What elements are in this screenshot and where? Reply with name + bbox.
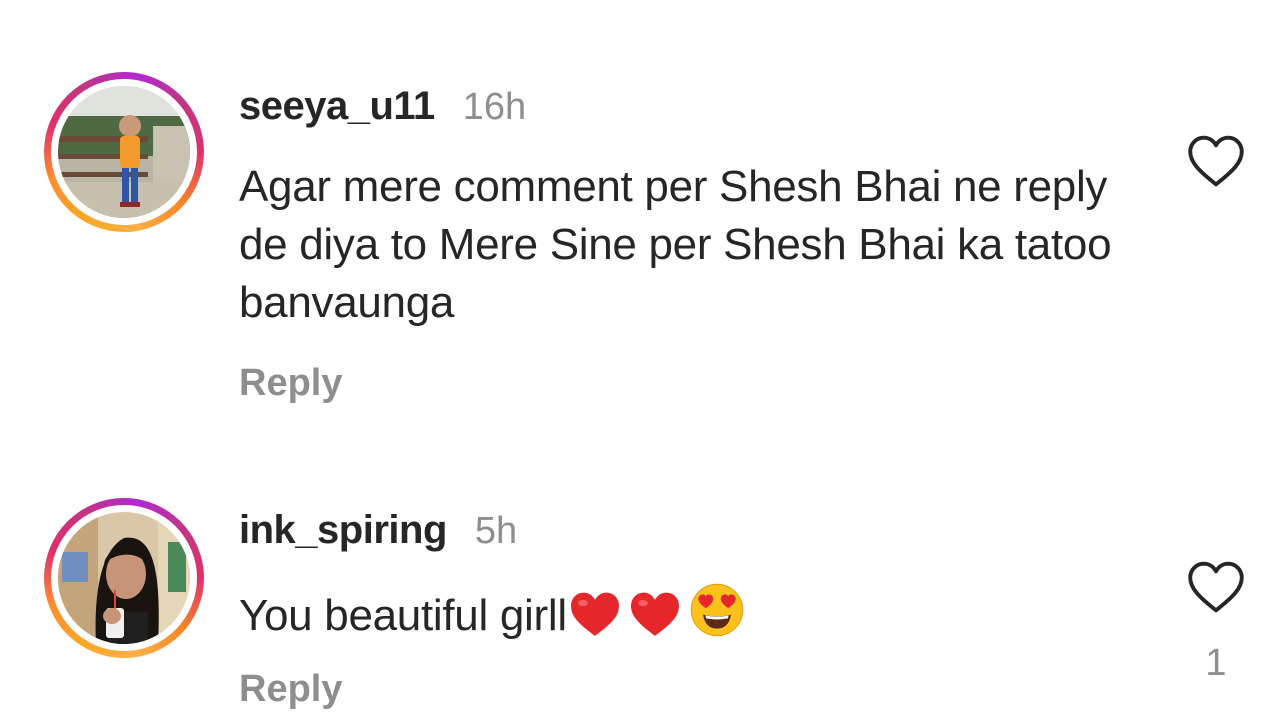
comments-list: seeya_u11 16h Agar mere comment per Shes… <box>0 0 1280 720</box>
comment-meta: seeya_u11 16h <box>239 84 526 129</box>
timestamp: 16h <box>462 86 527 128</box>
avatar <box>58 86 190 218</box>
story-ring-avatar[interactable] <box>44 72 204 232</box>
username[interactable]: ink_spiring <box>239 508 447 553</box>
heart-outline-icon[interactable] <box>1186 560 1246 614</box>
comment-item: ink_spiring 5h You beautiful girll Reply… <box>0 420 1280 720</box>
story-ring-avatar[interactable] <box>44 498 204 658</box>
comment-text: You beautiful girll <box>239 582 1119 653</box>
heart-eyes-emoji <box>689 582 745 653</box>
red-heart-emoji <box>627 590 683 653</box>
red-heart-emoji <box>567 590 623 653</box>
avatar <box>58 512 190 644</box>
comment-text: Agar mere comment per Shesh Bhai ne repl… <box>239 162 1112 327</box>
reply-button[interactable]: Reply <box>239 668 342 711</box>
comment-meta: ink_spiring 5h <box>239 508 517 553</box>
timestamp: 5h <box>474 510 518 552</box>
username[interactable]: seeya_u11 <box>239 84 435 129</box>
like-count[interactable]: 1 <box>1196 642 1236 685</box>
comment-text-body: You beautiful girll <box>239 591 567 640</box>
reply-button[interactable]: Reply <box>239 362 342 405</box>
heart-outline-icon[interactable] <box>1186 134 1246 188</box>
comment-item: seeya_u11 16h Agar mere comment per Shes… <box>0 0 1280 420</box>
